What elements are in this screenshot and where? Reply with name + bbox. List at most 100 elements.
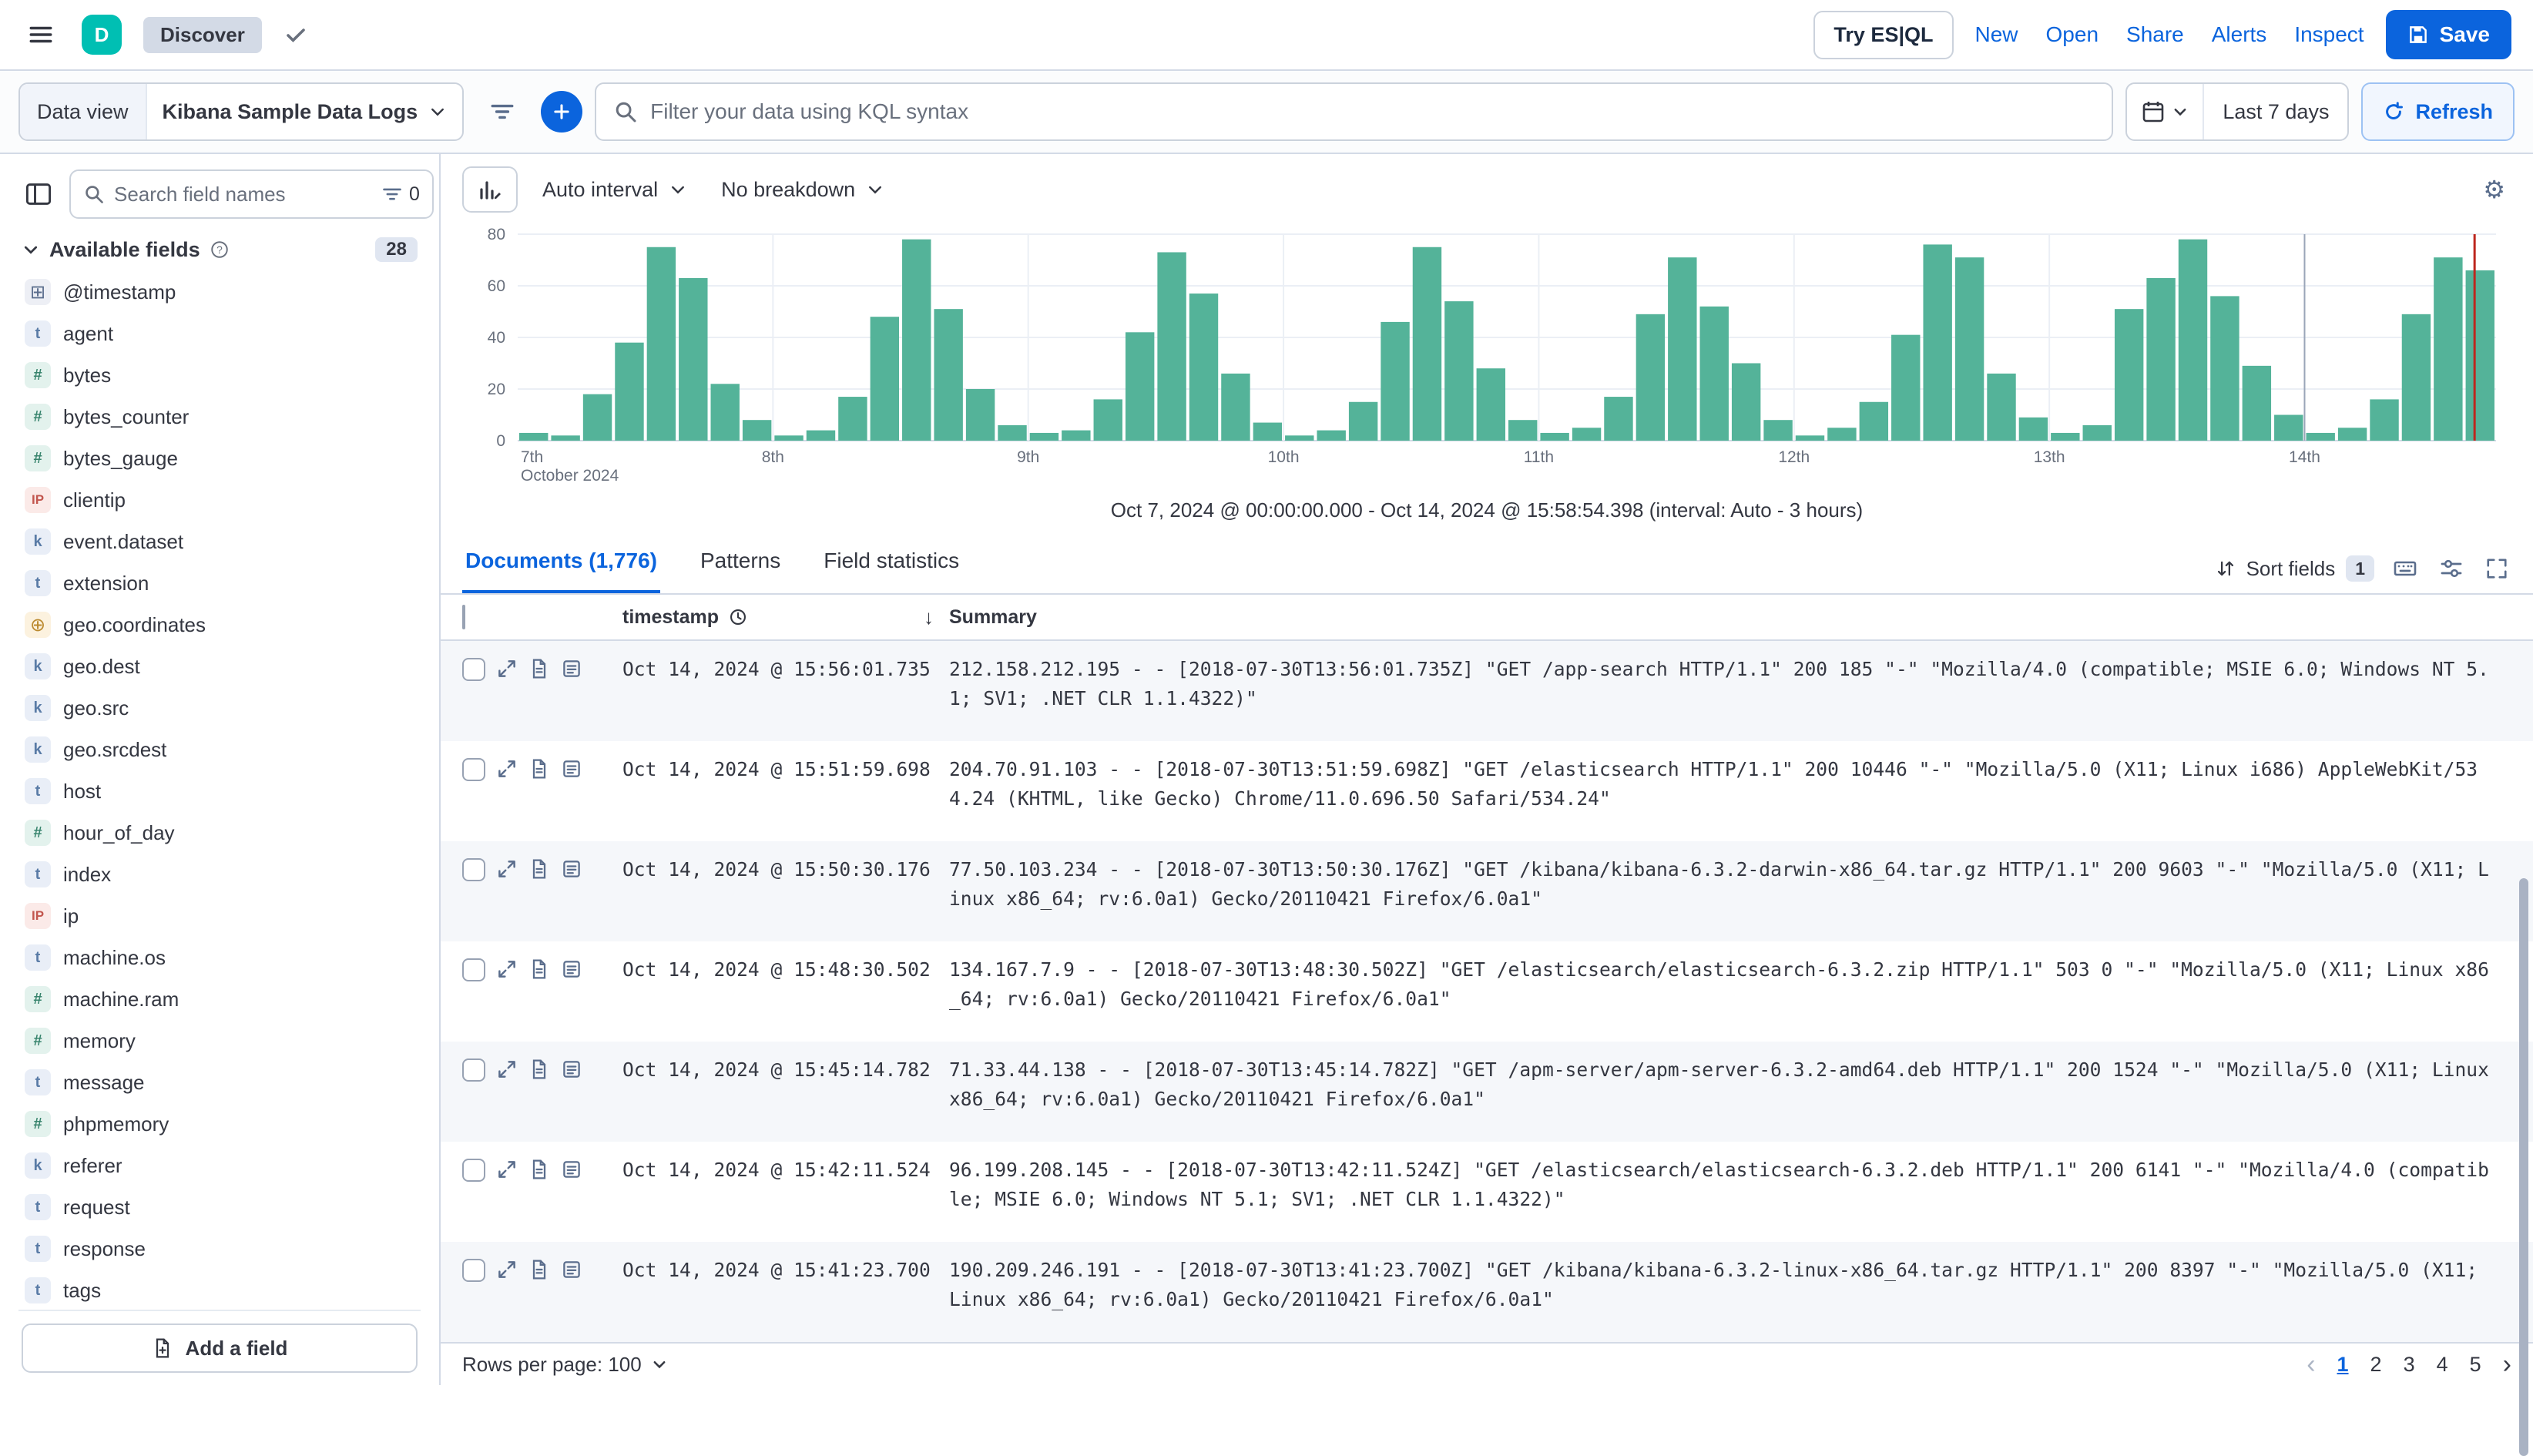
display-options-button[interactable] <box>2436 553 2467 584</box>
breakdown-dropdown[interactable]: No breakdown <box>712 172 894 208</box>
fullscreen-button[interactable] <box>2482 554 2511 583</box>
header-nav-link[interactable]: Open <box>2046 22 2099 47</box>
field-list-item[interactable]: # bytes_gauge <box>18 438 421 479</box>
expand-document-icon[interactable] <box>496 858 518 880</box>
page-number-button[interactable]: 1 <box>2337 1353 2349 1377</box>
header-nav-link[interactable]: Alerts <box>2212 22 2267 47</box>
field-list-item[interactable]: k geo.src <box>18 687 421 729</box>
date-picker-calendar-button[interactable] <box>2127 84 2205 139</box>
interval-dropdown[interactable]: Auto interval <box>533 172 696 208</box>
view-tab[interactable]: Documents (1,776) <box>462 549 660 593</box>
view-document-icon[interactable] <box>528 1058 550 1080</box>
field-list-item[interactable]: # hour_of_day <box>18 812 421 854</box>
field-list-item[interactable]: ⊞ @timestamp <box>18 271 421 313</box>
expand-document-icon[interactable] <box>496 758 518 780</box>
page-number-button[interactable]: 2 <box>2370 1353 2382 1377</box>
document-row[interactable]: Oct 14, 2024 @ 15:41:23.700 190.209.246.… <box>441 1242 2533 1342</box>
field-list-item[interactable]: k geo.dest <box>18 646 421 687</box>
field-list-item[interactable]: t request <box>18 1186 421 1228</box>
collapse-sidebar-button[interactable] <box>18 174 59 214</box>
data-view-picker[interactable]: Data view Kibana Sample Data Logs <box>18 82 465 141</box>
next-page-button[interactable]: › <box>2503 1351 2511 1377</box>
field-list-item[interactable]: t message <box>18 1062 421 1103</box>
expand-document-icon[interactable] <box>496 1058 518 1080</box>
page-number-button[interactable]: 3 <box>2404 1353 2415 1377</box>
sort-fields-button[interactable]: Sort fields 1 <box>2216 555 2374 582</box>
field-list-item[interactable]: # machine.ram <box>18 978 421 1020</box>
view-tab[interactable]: Patterns <box>697 549 783 593</box>
edit-visualization-button[interactable] <box>462 166 518 213</box>
view-document-icon[interactable] <box>528 758 550 780</box>
time-range-value[interactable]: Last 7 days <box>2204 84 2347 139</box>
row-checkbox[interactable] <box>462 1259 485 1282</box>
field-list-item[interactable]: t machine.os <box>18 937 421 978</box>
available-fields-header[interactable]: Available fields ? 28 <box>22 237 418 262</box>
document-details-icon[interactable] <box>561 758 582 780</box>
field-list-item[interactable]: # memory <box>18 1020 421 1062</box>
field-list-item[interactable]: # bytes <box>18 354 421 396</box>
document-row[interactable]: Oct 14, 2024 @ 15:48:30.502 134.167.7.9 … <box>441 941 2533 1042</box>
expand-document-icon[interactable] <box>496 1259 518 1280</box>
expand-document-icon[interactable] <box>496 1159 518 1180</box>
add-filter-button[interactable] <box>541 91 583 133</box>
histogram-settings-button[interactable]: ⚙ <box>2477 169 2511 210</box>
select-all-checkbox[interactable] <box>462 604 465 629</box>
field-list-item[interactable]: # bytes_counter <box>18 396 421 438</box>
menu-button[interactable] <box>22 15 60 54</box>
space-avatar[interactable]: D <box>82 15 122 55</box>
row-checkbox[interactable] <box>462 1159 485 1182</box>
sort-descending-icon[interactable]: ↓ <box>924 606 934 629</box>
view-tab[interactable]: Field statistics <box>820 549 962 593</box>
document-details-icon[interactable] <box>561 1159 582 1180</box>
field-list-item[interactable]: ⊕ geo.coordinates <box>18 604 421 646</box>
timestamp-column-header[interactable]: timestamp ↓ <box>622 606 949 629</box>
row-checkbox[interactable] <box>462 658 485 681</box>
save-button[interactable]: Save <box>2385 10 2511 59</box>
field-list-item[interactable]: t index <box>18 854 421 895</box>
kql-search-input[interactable] <box>650 99 2095 124</box>
header-nav-link[interactable]: Share <box>2126 22 2184 47</box>
field-list-item[interactable]: IP clientip <box>18 479 421 521</box>
document-row[interactable]: Oct 14, 2024 @ 15:56:01.735 212.158.212.… <box>441 641 2533 741</box>
document-row[interactable]: Oct 14, 2024 @ 15:51:59.698 204.70.91.10… <box>441 741 2533 841</box>
field-list-item[interactable]: t host <box>18 770 421 812</box>
view-document-icon[interactable] <box>528 1159 550 1180</box>
document-details-icon[interactable] <box>561 858 582 880</box>
document-row[interactable]: Oct 14, 2024 @ 15:42:11.524 96.199.208.1… <box>441 1142 2533 1242</box>
add-field-button[interactable]: Add a field <box>22 1323 418 1373</box>
breadcrumb[interactable]: Discover <box>143 16 262 53</box>
expand-document-icon[interactable] <box>496 958 518 980</box>
document-details-icon[interactable] <box>561 958 582 980</box>
refresh-button[interactable]: Refresh <box>2361 82 2515 141</box>
document-details-icon[interactable] <box>561 658 582 679</box>
row-checkbox[interactable] <box>462 958 485 981</box>
grid-scrollbar[interactable] <box>2519 878 2528 1456</box>
row-checkbox[interactable] <box>462 758 485 781</box>
document-row[interactable]: Oct 14, 2024 @ 15:45:14.782 71.33.44.138… <box>441 1042 2533 1142</box>
field-list-item[interactable]: k geo.srcdest <box>18 729 421 770</box>
row-checkbox[interactable] <box>462 858 485 881</box>
field-list-item[interactable]: IP ip <box>18 895 421 937</box>
expand-document-icon[interactable] <box>496 658 518 679</box>
keyboard-shortcuts-button[interactable] <box>2390 553 2421 584</box>
filter-settings-button[interactable] <box>476 86 528 138</box>
field-list-item[interactable]: t extension <box>18 562 421 604</box>
field-list-item[interactable]: t response <box>18 1228 421 1270</box>
document-row[interactable]: Oct 14, 2024 @ 15:50:30.176 77.50.103.23… <box>441 841 2533 941</box>
page-number-button[interactable]: 4 <box>2437 1353 2448 1377</box>
rows-per-page-button[interactable]: Rows per page: 100 <box>462 1353 668 1377</box>
page-number-button[interactable]: 5 <box>2470 1353 2481 1377</box>
document-details-icon[interactable] <box>561 1058 582 1080</box>
view-document-icon[interactable] <box>528 658 550 679</box>
field-list-item[interactable]: k event.dataset <box>18 521 421 562</box>
try-esql-button[interactable]: Try ES|QL <box>1813 10 1954 59</box>
field-search-input[interactable] <box>114 182 372 206</box>
field-filter-button[interactable]: 0 <box>381 183 420 206</box>
previous-page-button[interactable]: ‹ <box>2307 1351 2315 1377</box>
document-details-icon[interactable] <box>561 1259 582 1280</box>
view-document-icon[interactable] <box>528 858 550 880</box>
row-checkbox[interactable] <box>462 1058 485 1082</box>
header-nav-link[interactable]: New <box>1975 22 2018 47</box>
field-list-item[interactable]: t tags <box>18 1270 421 1310</box>
header-nav-link[interactable]: Inspect <box>2294 22 2364 47</box>
